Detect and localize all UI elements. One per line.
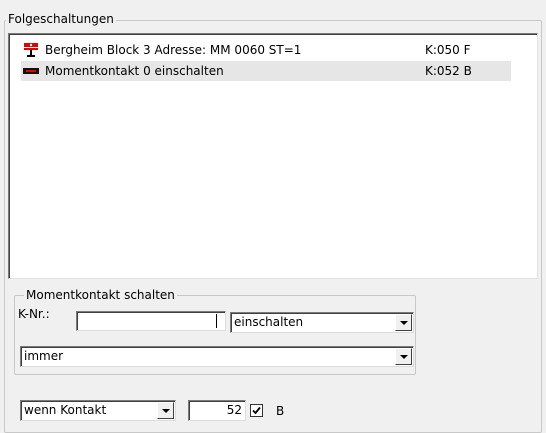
condition-select-value: immer bbox=[24, 349, 64, 363]
action-select-value: einschalten bbox=[234, 315, 304, 329]
contact-b-label: B bbox=[276, 404, 285, 418]
knr-input[interactable] bbox=[76, 311, 226, 331]
momentkontakt-icon bbox=[21, 61, 41, 81]
chevron-down-icon bbox=[400, 321, 408, 325]
folgeschaltungen-list[interactable]: Bergheim Block 3 Adresse: MM 0060 ST=1 K… bbox=[8, 33, 538, 279]
condition-type-dropdown-button[interactable] bbox=[157, 402, 174, 419]
action-select[interactable]: einschalten bbox=[230, 312, 414, 333]
chevron-down-icon bbox=[400, 355, 408, 359]
list-item-signal[interactable]: Bergheim Block 3 Adresse: MM 0060 ST=1 K… bbox=[21, 40, 521, 60]
text-caret bbox=[216, 314, 217, 328]
list-item-description: Momentkontakt 0 einschalten bbox=[45, 64, 224, 78]
contact-number-input[interactable]: 52 bbox=[188, 400, 246, 421]
list-item-momentkontakt[interactable]: Momentkontakt 0 einschalten K:052 B bbox=[21, 61, 511, 81]
list-item-knr: K:050 F bbox=[425, 43, 471, 57]
folgeschaltungen-title: Folgeschaltungen bbox=[6, 12, 116, 26]
chevron-down-icon bbox=[162, 409, 170, 413]
condition-type-select[interactable]: wenn Kontakt bbox=[20, 400, 176, 421]
contact-b-checkbox[interactable] bbox=[250, 404, 263, 417]
condition-select[interactable]: immer bbox=[20, 346, 414, 367]
action-select-dropdown-button[interactable] bbox=[395, 314, 412, 331]
list-item-knr: K:052 B bbox=[425, 64, 472, 78]
check-icon bbox=[252, 406, 261, 415]
knr-label: K-Nr.: bbox=[18, 307, 50, 321]
signal-icon bbox=[21, 40, 41, 60]
list-item-description: Bergheim Block 3 Adresse: MM 0060 ST=1 bbox=[45, 43, 302, 57]
momentkontakt-title: Momentkontakt schalten bbox=[24, 288, 177, 302]
condition-type-value: wenn Kontakt bbox=[24, 403, 107, 417]
condition-select-dropdown-button[interactable] bbox=[395, 348, 412, 365]
